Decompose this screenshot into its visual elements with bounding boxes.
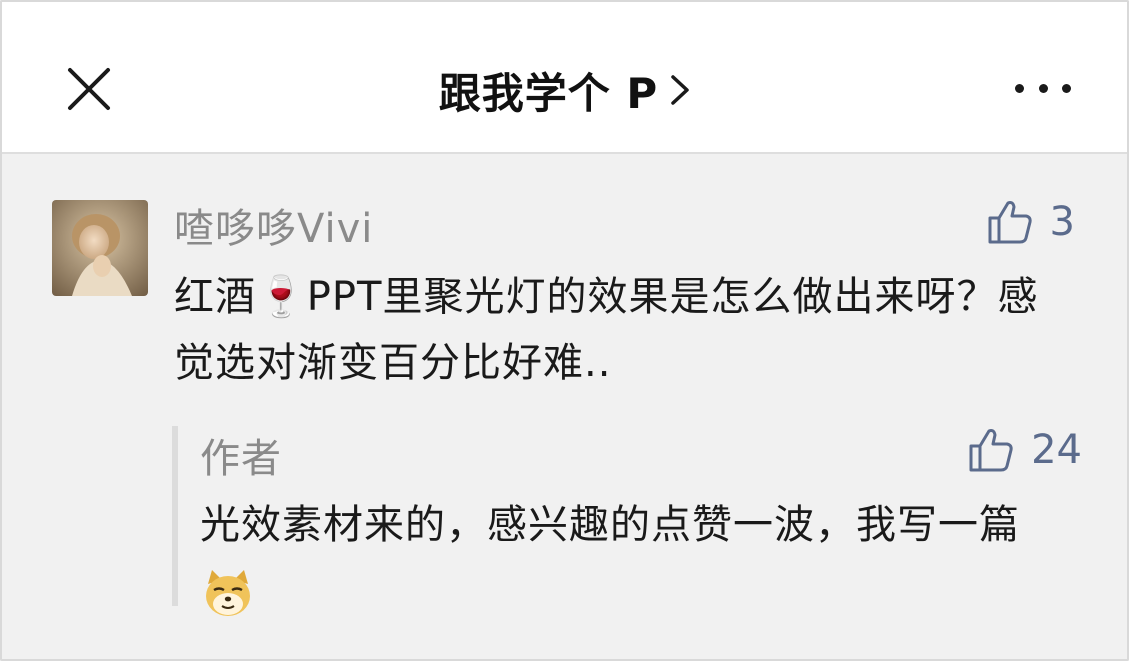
comment-screen: 跟我学个 P 喳哆哆Vivi 3 红酒🍷PPT里聚光灯的效果是怎么做出来呀？感觉… bbox=[0, 0, 1129, 661]
page-title: 跟我学个 P bbox=[438, 68, 659, 118]
author-reply: 作者 24 光效素材来的，感兴趣的点赞一波，我写一篇 bbox=[172, 426, 1082, 616]
more-dots-icon bbox=[1015, 83, 1024, 93]
comment-like-count: 3 bbox=[1049, 199, 1075, 245]
chevron-right-icon bbox=[671, 75, 689, 105]
reply-like-count: 24 bbox=[1031, 427, 1082, 473]
reply-text: 光效素材来的，感兴趣的点赞一波，我写一篇 bbox=[200, 502, 1020, 548]
comment-username[interactable]: 喳哆哆Vivi bbox=[174, 196, 373, 254]
top-bar: 跟我学个 P bbox=[2, 2, 1127, 154]
user-avatar-photo bbox=[52, 200, 148, 296]
reply-author-label: 作者 bbox=[200, 436, 282, 482]
more-dot bbox=[1038, 83, 1048, 93]
comment-text: 红酒🍷PPT里聚光灯的效果是怎么做出来呀？感觉选对渐变百分比好难.. bbox=[174, 274, 1039, 386]
more-options-button[interactable] bbox=[1015, 76, 1071, 100]
reply-text-block: 光效素材来的，感兴趣的点赞一波，我写一篇 bbox=[200, 490, 1060, 630]
thumbs-up-icon bbox=[969, 429, 1013, 472]
comment-like-button[interactable]: 3 bbox=[986, 198, 1075, 246]
reply-like-button[interactable]: 24 bbox=[967, 426, 1082, 474]
account-title-link[interactable]: 跟我学个 P bbox=[2, 60, 1127, 120]
more-dot bbox=[1062, 83, 1071, 93]
avatar[interactable] bbox=[52, 200, 148, 296]
thumbs-up-icon bbox=[988, 201, 1032, 244]
doge-emoji-icon bbox=[206, 570, 250, 616]
comment-item: 喳哆哆Vivi 3 红酒🍷PPT里聚光灯的效果是怎么做出来呀？感觉选对渐变百分比… bbox=[2, 154, 1127, 659]
